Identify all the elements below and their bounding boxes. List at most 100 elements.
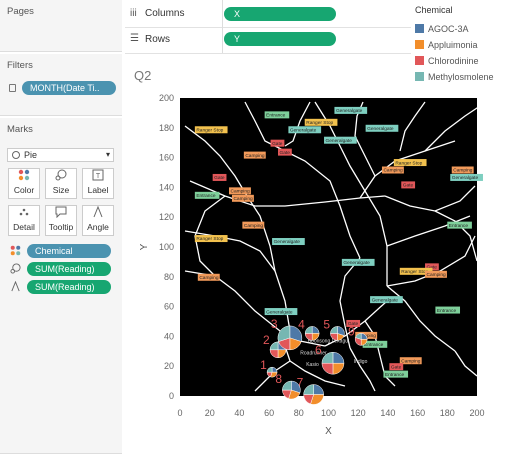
place-label: Gate — [403, 183, 414, 189]
columns-icon: iii — [130, 8, 137, 19]
place-label: Roadrunner — [300, 350, 327, 356]
legend-item-label: Appluimonia — [428, 40, 478, 50]
x-tick-label: 40 — [234, 408, 244, 418]
place-label: Gate — [214, 175, 225, 181]
place-label: Ranger Stop — [401, 269, 428, 275]
y-tick-label: 0 — [169, 391, 174, 401]
place-label: Ranger Stop — [196, 236, 223, 242]
columns-pill-x[interactable]: X — [224, 7, 336, 21]
y-axis-title: Y — [139, 243, 150, 250]
legend-item-label: Chlorodinine — [428, 56, 479, 66]
place-label: Camping — [231, 189, 251, 195]
legend-swatch — [415, 40, 424, 49]
place-label: Generalgate — [274, 239, 301, 245]
x-tick-label: 100 — [321, 408, 336, 418]
text-label-icon: T — [83, 169, 113, 185]
x-axis-title: X — [325, 426, 332, 437]
x-tick-label: 80 — [294, 408, 304, 418]
detail-button[interactable]: Detail — [8, 205, 40, 236]
tooltip-button[interactable]: Tooltip — [45, 205, 77, 236]
place-label: Generalgate — [372, 297, 399, 303]
place-label: Entrance — [364, 342, 384, 348]
chevron-down-icon: ▾ — [105, 150, 110, 159]
sensor-number-label: 6 — [315, 343, 322, 357]
tooltip-button-label: Tooltip — [48, 222, 74, 232]
place-label: Gate — [280, 150, 291, 156]
pages-card[interactable]: Pages — [0, 0, 122, 52]
y-tick-label: 120 — [159, 212, 174, 222]
place-label: Generalgate — [336, 108, 363, 114]
color-legend[interactable]: Chemical AGOC-3A Appluimonia Chlorodinin… — [412, 0, 528, 96]
legend-item-chlorodinine[interactable]: Chlorodinine — [415, 55, 479, 67]
place-label: Camping — [453, 168, 473, 174]
y-tick-label: 180 — [159, 123, 174, 133]
legend-item-label: Methylosmolene — [428, 72, 494, 82]
sensor-number-label: 5 — [323, 317, 330, 331]
place-label: Entrance — [437, 308, 457, 314]
place-label: Camping — [401, 358, 421, 364]
place-label: Entrance — [385, 372, 405, 378]
legend-item-agoc[interactable]: AGOC-3A — [415, 23, 469, 35]
y-tick-label: 80 — [164, 272, 174, 282]
mark-type-dropdown[interactable]: Pie ▾ — [7, 148, 114, 162]
size-button[interactable]: Size — [45, 168, 77, 199]
place-label: Camping — [199, 275, 219, 281]
legend-swatch — [415, 24, 424, 33]
place-label: Generalgate — [343, 260, 370, 266]
place-label: Camping — [427, 272, 447, 278]
legend-item-methylosmolene[interactable]: Methylosmolene — [415, 71, 494, 83]
place-label: Ranger Stop — [196, 127, 223, 133]
color-dots-icon — [10, 245, 21, 258]
size-icon — [10, 263, 21, 276]
sensor-map-chart[interactable]: Entrance Generalgate Ranger Stop Generalgat… — [125, 86, 528, 454]
pie-mark-icon — [12, 151, 20, 159]
x-tick-label: 20 — [205, 408, 215, 418]
x-tick-label: 140 — [380, 408, 395, 418]
filters-card[interactable]: Filters MONTH(Date Ti.. — [0, 54, 122, 116]
y-tick-label: 100 — [159, 242, 174, 252]
place-label: Entrance — [196, 193, 216, 199]
y-tick-label: 200 — [159, 93, 174, 103]
place-label: Generalgate — [290, 127, 317, 133]
y-tick-label: 140 — [159, 182, 174, 192]
angle-icon — [10, 280, 21, 294]
legend-item-appluimonia[interactable]: Appluimonia — [415, 39, 478, 51]
angle-button[interactable]: Angle — [82, 205, 114, 236]
place-label: Gate — [391, 364, 402, 370]
legend-item-label: AGOC-3A — [428, 24, 469, 34]
place-label: Generalgate — [367, 126, 394, 132]
size-button-label: Size — [52, 185, 70, 195]
x-tick-label: 200 — [469, 408, 484, 418]
size-pill-reading[interactable]: SUM(Reading) — [27, 262, 111, 276]
rows-icon: ☰ — [130, 33, 139, 44]
marks-title: Marks — [7, 124, 33, 135]
detail-dots-icon — [9, 206, 39, 222]
rows-pill-y[interactable]: Y — [224, 32, 336, 46]
place-label: Entrance — [449, 223, 469, 229]
rows-shelf-label: Rows — [145, 34, 171, 45]
place-label: Ranger Stop — [395, 160, 422, 166]
angle-pill-reading[interactable]: SUM(Reading) — [27, 280, 111, 294]
legend-title: Chemical — [415, 5, 453, 15]
viz-title: Q2 — [134, 68, 152, 83]
shelf-separator — [222, 0, 223, 54]
size-icon — [46, 169, 76, 185]
color-button-label: Color — [13, 185, 35, 195]
sensor-number-label: 3 — [271, 317, 278, 331]
svg-text:T: T — [96, 173, 101, 180]
sensor-number-label: 8 — [275, 372, 282, 386]
x-tick-label: 60 — [264, 408, 274, 418]
legend-swatch — [415, 72, 424, 81]
calendar-icon — [9, 84, 16, 92]
place-label: Camping — [233, 196, 253, 202]
filter-pill-month[interactable]: MONTH(Date Ti.. — [22, 81, 116, 95]
shelf-divider — [125, 27, 411, 28]
shelf-divider — [125, 53, 411, 54]
marks-card: Marks Pie ▾ Color Size T Label Detail To… — [0, 118, 122, 454]
color-button[interactable]: Color — [8, 168, 40, 199]
label-button-label: Label — [87, 185, 109, 195]
x-tick-label: 0 — [177, 408, 182, 418]
label-button[interactable]: T Label — [82, 168, 114, 199]
color-pill-chemical[interactable]: Chemical — [27, 244, 111, 258]
place-label: Indigo — [354, 359, 368, 365]
